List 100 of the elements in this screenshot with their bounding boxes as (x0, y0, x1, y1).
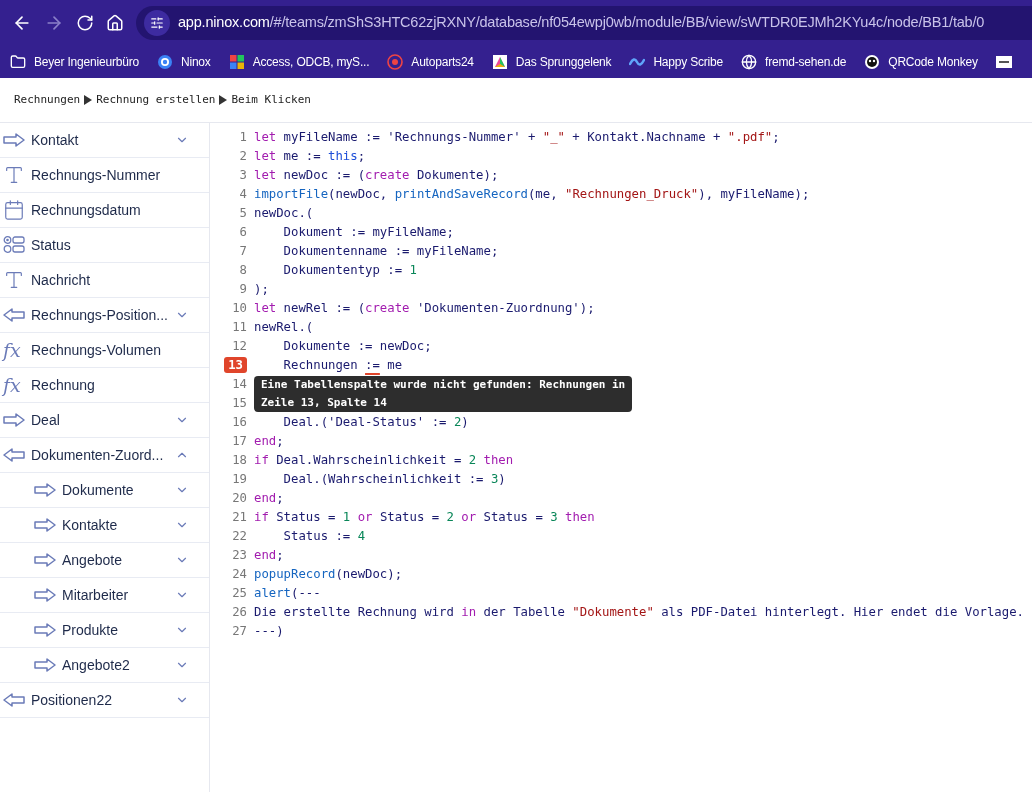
bookmark-label: QRCode Monkey (888, 54, 978, 71)
sidebar-item[interactable]: Kontakt (0, 123, 209, 158)
bookmark[interactable]: Autoparts24 (387, 53, 474, 71)
field-label: Status (31, 235, 72, 255)
code-line: Status := 4 (282, 528, 366, 546)
bookmark[interactable]: QRCode Monkey (864, 53, 978, 71)
code-line: Die erstellte Rechnung wird in der Tabelle "Dokumente" als PDF-Datei hinterlegt. Hier endet die Vorlage. (253, 604, 1024, 622)
circle-badge-icon (387, 54, 404, 70)
address-bar[interactable]: app.ninox.com/#/teams/zmShS3HTC62zjRXNY/database/nf054ewpj0wb/module/BB/view/sWTDR0EJMh2KYu4c/node/BB1/tab/0 (136, 6, 1032, 40)
code-line: let newDoc := (create Dokumente); (253, 167, 499, 185)
code-line: newDoc.( (253, 205, 314, 223)
line-number: 17 (231, 433, 248, 451)
field-label: Deal (31, 410, 61, 430)
triangle-right-icon (84, 95, 93, 105)
code-line: Dokumente := newDoc; (282, 338, 432, 356)
line-number: 23 (231, 547, 248, 565)
sidebar-item[interactable]: Status (0, 228, 209, 263)
sidebar-item[interactable]: Deal (0, 403, 209, 438)
sidebar-item[interactable]: Positionen22 (0, 683, 209, 718)
site-settings-icon (150, 16, 164, 30)
code-line: if Deal.Wahrscheinlichkeit = 2 then (253, 452, 514, 470)
code-line: Dokumentenname := myFileName; (282, 243, 499, 261)
sidebar-item[interactable]: Angebote (0, 543, 209, 578)
field-label: Rechnungs-Volumen (31, 340, 162, 360)
right-arrow-icon (34, 518, 56, 532)
code-line: Deal.(Wahrscheinlichkeit := 3) (282, 471, 506, 489)
sidebar-item[interactable]: Rechnungs-Position... (0, 298, 209, 333)
line-number: 27 (231, 623, 248, 641)
code-line: end; (253, 547, 284, 565)
code-line: popupRecord(newDoc); (253, 566, 403, 584)
line-number: 18 (231, 452, 248, 470)
line-number: 3 (238, 167, 248, 185)
formula-icon: fx (3, 375, 25, 395)
breadcrumb-item[interactable]: Rechnungen (14, 91, 81, 109)
text-icon (3, 269, 25, 291)
field-label: Positionen22 (31, 690, 113, 710)
right-arrow-icon (34, 483, 56, 497)
line-number: 14 (231, 376, 248, 394)
line-number: 24 (231, 566, 248, 584)
sidebar-item[interactable]: fx Rechnungs-Volumen (0, 333, 209, 368)
monkey-icon (864, 54, 881, 70)
bookmark[interactable]: Access, ODCB, myS... (228, 53, 370, 71)
bookmark[interactable]: Ninox (156, 53, 211, 71)
sidebar-item[interactable]: fx Rechnung (0, 368, 209, 403)
field-label: Angebote (62, 550, 123, 570)
left-arrow-icon (3, 308, 25, 322)
calendar-icon (3, 199, 25, 221)
globe-icon (741, 54, 757, 70)
sidebar-item[interactable]: Kontakte (0, 508, 209, 543)
field-label: Kontakt (31, 130, 80, 150)
right-arrow-icon (34, 623, 56, 637)
sidebar-item[interactable]: Produkte (0, 613, 209, 648)
code-line: if Status = 1 or Status = 2 or Status = 3 then (253, 509, 595, 527)
field-label: Rechnung (31, 375, 96, 395)
site-settings-button[interactable] (144, 10, 170, 36)
sidebar-item[interactable]: Rechnungs-Nummer (0, 158, 209, 193)
home-icon[interactable] (106, 14, 124, 32)
field-label: Angebote2 (62, 655, 131, 675)
url-text: app.ninox.com/#/teams/zmShS3HTC62zjRXNY/database/nf054ewpj0wb/module/BB/view/sWTDR0EJMh2KYu4c/node/BB1/tab/0 (178, 13, 985, 33)
breadcrumb-item[interactable]: Rechnung erstellen (96, 91, 216, 109)
field-label: Nachricht (31, 270, 92, 290)
right-arrow-icon (3, 133, 25, 147)
code-line: alert(--- (253, 585, 321, 603)
bookmark-label: Ninox (180, 54, 211, 71)
bookmark[interactable]: Das Sprunggelenk (491, 53, 612, 71)
code-line: Rechnungen := me (282, 357, 403, 375)
sidebar-item[interactable]: Dokumenten-Zuord... (0, 438, 209, 473)
choice-icon (3, 235, 25, 255)
code-line: newRel.( (253, 319, 314, 337)
sidebar-item[interactable]: Nachricht (0, 263, 209, 298)
bookmark-label: Happy Scribe (653, 54, 723, 71)
tooltip-text: Eine Tabellenspalte wurde nicht gefunden: Rechnungen in (261, 377, 626, 393)
sidebar-item[interactable]: Rechnungsdatum (0, 193, 209, 228)
left-arrow-icon (3, 693, 25, 707)
line-number: 11 (231, 319, 248, 337)
field-label: Produkte (62, 620, 120, 640)
sidebar-item[interactable]: Mitarbeiter (0, 578, 209, 613)
line-number: 1 (238, 129, 248, 147)
code-line: let newRel := (create 'Dokumenten-Zuordnung'); (253, 300, 595, 318)
sidebar-item[interactable]: Angebote2 (0, 648, 209, 683)
bookmark[interactable]: Happy Scribe (629, 53, 723, 71)
right-arrow-icon (34, 553, 56, 567)
field-label: Dokumenten-Zuord... (31, 445, 165, 465)
field-label: Mitarbeiter (62, 585, 130, 605)
code-line: let myFileName := 'Rechnungs-Nummer' + "_" + Kontakt.Nachname + ".pdf"; (253, 129, 780, 147)
line-number: 9 (238, 281, 248, 299)
breadcrumb-item[interactable]: Beim Klicken (231, 91, 311, 109)
line-number: 26 (231, 604, 248, 622)
sidebar-item[interactable]: Dokumente (0, 473, 209, 508)
reload-icon[interactable] (76, 14, 94, 32)
bookmark[interactable]: Beyer Ingenieurbüro (10, 53, 139, 71)
line-number: 7 (238, 243, 248, 261)
bookmark[interactable]: fremd-sehen.de (741, 53, 847, 71)
folder-icon (10, 54, 26, 70)
line-number: 5 (238, 205, 248, 223)
tiles-icon (228, 54, 245, 70)
line-number: 6 (238, 224, 248, 242)
code-line: Deal.('Deal-Status' := 2) (282, 414, 469, 432)
field-label: Rechnungs-Position... (31, 305, 169, 325)
right-arrow-icon (3, 413, 25, 427)
